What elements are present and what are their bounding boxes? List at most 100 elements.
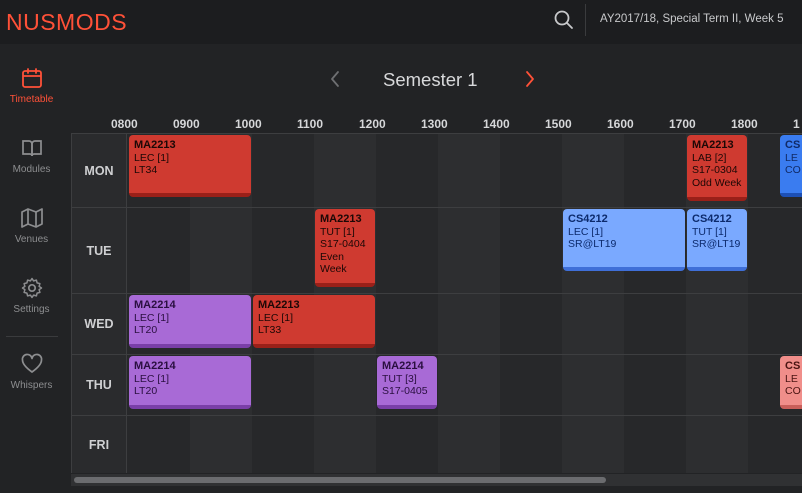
search-icon[interactable] [552,8,576,32]
hour-column-shade [314,355,376,415]
heart-icon [21,353,42,373]
lesson-card-cs4212[interactable]: CS4212 LEC [1] SR@LT19 [563,209,685,271]
lesson-code: MA2213 [134,139,176,151]
timetable-grid: MON MA2213 LEC [1] LT34 MA2213 LAB [2] S17-030… [71,133,802,473]
scrollbar-thumb[interactable] [74,477,606,483]
sidebar-item-timetable[interactable]: Timetable [0,66,63,126]
day-row-wed: WED MA2214 LEC [1] LT20 MA2213 LEC [1] LT33 [72,294,802,355]
next-semester-button[interactable] [522,69,538,89]
lesson-card-ma2214[interactable]: MA2214 LEC [1] LT20 [129,295,251,348]
lesson-venue: CO [785,164,801,176]
lesson-code: MA2213 [692,139,734,151]
lesson-card-ma2214[interactable]: MA2214 TUT [3] S17-0405 [377,356,437,409]
lesson-card-cs[interactable]: CS LE CO [780,135,802,197]
gear-icon [21,277,42,299]
chevron-left-icon [331,71,339,87]
sidebar-item-label: Settings [13,304,50,315]
lesson-card-ma2213[interactable]: MA2213 LAB [2] S17-0304 Odd Week [687,135,747,201]
hour-column-shade [190,208,252,293]
hour-column-shade [438,416,500,473]
sidebar-item-whispers[interactable]: Whispers [0,352,63,412]
hour-label: 1 [793,117,800,131]
chevron-right-icon [526,71,534,87]
sidebar-divider [6,336,58,337]
lesson-venue: SR@LT19 [692,238,741,250]
top-navbar: NUSMODS AY2017/18, Special Term II, Week… [0,0,802,44]
calendar-icon [21,68,42,88]
lesson-type: LE [785,372,798,385]
sidebar: Timetable Modules Venues Settings Whispe… [0,44,63,493]
lesson-type: LEC [1] [568,225,604,238]
hour-column-shade [686,355,748,415]
lesson-venue: CO [785,385,801,397]
day-row-tue: TUE MA2213 TUT [1] S17-0404 Even Week CS4212 L… [72,208,802,294]
lesson-venue: LT33 [258,324,282,336]
lesson-code: CS4212 [692,213,732,225]
lesson-venue: LT20 [134,385,158,397]
hour-label: 1700 [669,117,696,131]
hour-label: 1800 [731,117,758,131]
lesson-venue: SR@LT19 [568,238,617,250]
lesson-card-ma2213[interactable]: MA2213 LEC [1] LT34 [129,135,251,197]
lesson-code: MA2214 [134,299,176,311]
sidebar-item-label: Whispers [10,380,53,391]
lesson-code: MA2214 [134,360,176,372]
hour-column-shade [438,355,500,415]
lesson-card-cs[interactable]: CS LE CO [780,356,802,409]
hour-label: 1000 [235,117,262,131]
lesson-type: LEC [1] [134,151,170,164]
hour-column-shade [438,134,500,207]
lesson-card-ma2213[interactable]: MA2213 TUT [1] S17-0404 Even Week [315,209,375,287]
horizontal-scrollbar[interactable] [71,474,802,486]
day-label: THU [72,355,127,415]
lesson-code: CS [785,139,801,151]
day-row-mon: MON MA2213 LEC [1] LT34 MA2213 LAB [2] S17-030… [72,134,802,208]
lesson-week-note: Even Week [320,250,347,276]
hour-column-shade [438,294,500,354]
lesson-type: LEC [1] [134,372,170,385]
hour-column-shade [562,416,624,473]
sidebar-item-label: Timetable [9,94,54,105]
lesson-type: LE [785,151,798,164]
hour-label: 1600 [607,117,634,131]
hour-column-shade [686,294,748,354]
lesson-type: TUT [1] [692,225,727,238]
hour-label: 1200 [359,117,386,131]
navbar-divider [585,4,586,36]
hour-column-shade [562,294,624,354]
sidebar-item-modules[interactable]: Modules [0,136,63,196]
lesson-week-note: Odd Week [692,176,742,189]
lesson-code: CS4212 [568,213,608,225]
lesson-card-ma2214[interactable]: MA2214 LEC [1] LT20 [129,356,251,409]
hour-column-shade [562,355,624,415]
hour-column-shade [686,416,748,473]
hour-label: 1400 [483,117,510,131]
sidebar-item-settings[interactable]: Settings [0,276,63,336]
hour-column-shade [314,134,376,207]
day-row-fri: FRI [72,416,802,473]
lesson-venue: S17-0405 [382,385,428,397]
day-label: FRI [72,416,127,473]
lesson-code: MA2214 [382,360,424,372]
nusmods-logo[interactable]: NUSMODS [6,9,127,36]
lesson-code: MA2213 [258,299,300,311]
hour-column-shade [438,208,500,293]
map-icon [20,208,43,228]
hour-column-shade [562,134,624,207]
lesson-type: LEC [1] [258,311,294,324]
lesson-venue: S17-0404 [320,238,366,250]
day-label: WED [72,294,127,354]
hour-label: 1500 [545,117,572,131]
lesson-type: TUT [1] [320,225,355,238]
day-row-thu: THU MA2214 LEC [1] LT20 MA2214 TUT [3] S17-040… [72,355,802,416]
previous-semester-button[interactable] [327,69,343,89]
hour-label: 0900 [173,117,200,131]
day-label: MON [72,134,127,207]
lesson-card-cs4212[interactable]: CS4212 TUT [1] SR@LT19 [687,209,747,271]
hour-label: 1100 [297,117,324,131]
hour-label: 1300 [421,117,448,131]
lesson-type: LAB [2] [692,151,727,164]
sidebar-item-venues[interactable]: Venues [0,206,63,266]
hour-label: 0800 [111,117,138,131]
lesson-card-ma2213[interactable]: MA2213 LEC [1] LT33 [253,295,375,348]
